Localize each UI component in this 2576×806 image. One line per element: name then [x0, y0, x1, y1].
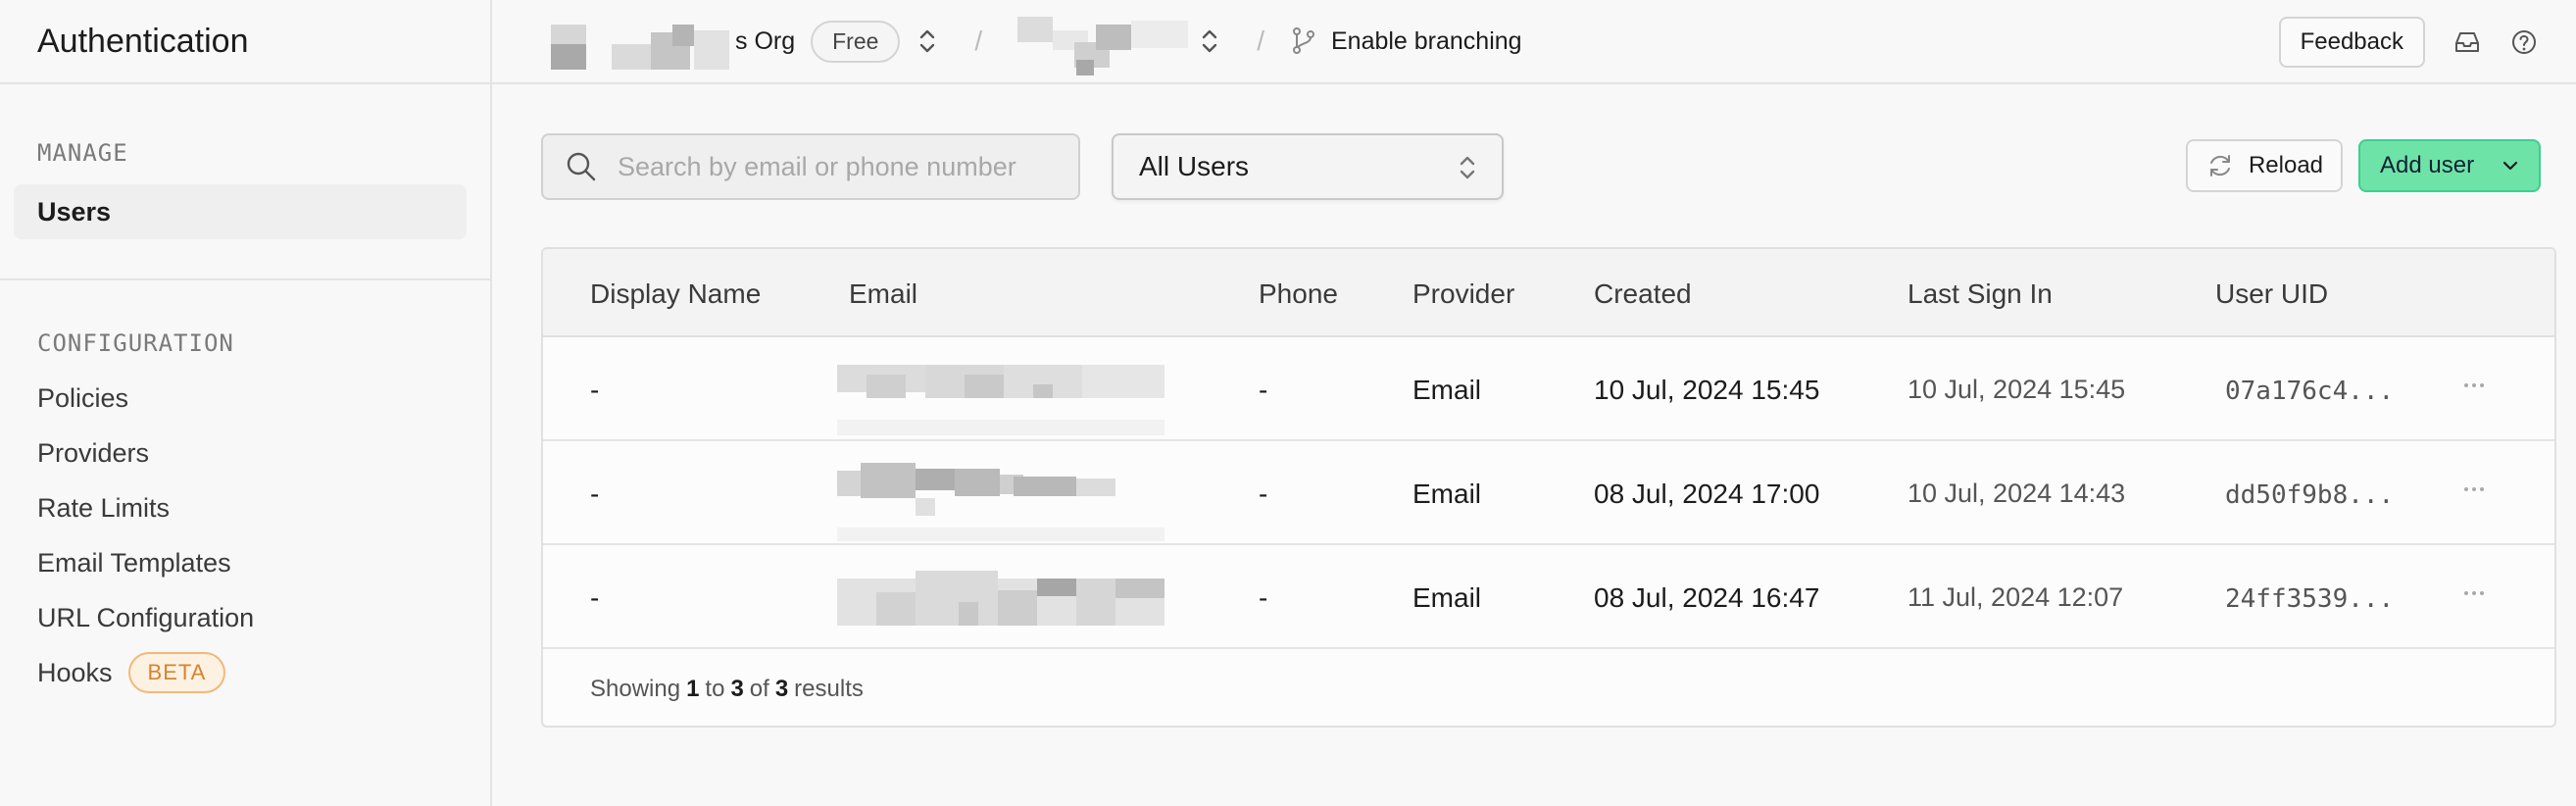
help-icon[interactable]	[2509, 27, 2539, 57]
feedback-button[interactable]: Feedback	[2278, 17, 2425, 68]
cell-phone: -	[1259, 479, 1268, 509]
user-filter-select[interactable]: All Users	[1112, 133, 1504, 200]
more-icon[interactable]	[2462, 588, 2486, 598]
email-redacted	[837, 361, 1164, 435]
sidebar-item-hooks[interactable]: Hooks BETA	[0, 645, 490, 700]
sidebar-title: Authentication	[37, 22, 249, 60]
cell-user-uid: dd50f9b8...	[2225, 480, 2395, 510]
sidebar-item-url-configuration[interactable]: URL Configuration	[0, 590, 490, 645]
table-header: Display Name Email Phone Provider Create…	[543, 249, 2554, 337]
cell-user-uid: 07a176c4...	[2225, 377, 2395, 406]
reload-button[interactable]: Reload	[2186, 139, 2343, 192]
sidebar-item-email-templates[interactable]: Email Templates	[0, 535, 490, 590]
sidebar-item-label: Policies	[37, 382, 129, 413]
footer-text: Showing	[590, 676, 681, 702]
pagination-summary: Showing 1 to 3 of 3 results	[543, 649, 2554, 726]
branch-icon	[1292, 27, 1314, 54]
org-selector[interactable]: s Org Free	[551, 11, 939, 72]
cell-provider: Email	[1412, 375, 1482, 405]
sidebar-item-label: Users	[37, 196, 112, 227]
add-user-label: Add user	[2380, 152, 2475, 178]
chevron-up-down-icon[interactable]	[916, 25, 939, 58]
column-header-user-uid[interactable]: User UID	[2215, 278, 2328, 310]
sidebar-item-providers[interactable]: Providers	[0, 426, 490, 480]
search-icon	[567, 152, 596, 181]
project-selector[interactable]	[1017, 11, 1221, 76]
cell-last-sign-in: 10 Jul, 2024 14:43	[1907, 479, 2126, 508]
table-row[interactable]: - - Email 08 Jul, 2024 17:00 10 Jul, 202…	[543, 441, 2554, 545]
cell-display-name: -	[590, 479, 600, 509]
cell-user-uid: 24ff3539...	[2225, 584, 2395, 614]
cell-last-sign-in: 11 Jul, 2024 12:07	[1907, 582, 2124, 612]
plan-badge: Free	[811, 20, 901, 63]
add-user-button[interactable]: Add user	[2358, 139, 2541, 192]
column-header-created[interactable]: Created	[1594, 278, 1692, 310]
reload-label: Reload	[2248, 152, 2324, 178]
breadcrumb-separator: /	[974, 25, 983, 56]
cell-provider: Email	[1412, 582, 1482, 613]
top-bar: s Org Free / / Enable branching Feedback	[492, 0, 2576, 84]
sidebar-section-manage: MANAGE Users	[0, 84, 490, 280]
refresh-icon	[2209, 155, 2230, 176]
sidebar-section-configuration: CONFIGURATION Policies Providers Rate Li…	[0, 280, 490, 700]
project-name-redacted	[1017, 11, 1194, 76]
email-redacted	[837, 463, 1164, 541]
sidebar-item-policies[interactable]: Policies	[0, 371, 490, 426]
sidebar-item-label: Rate Limits	[37, 492, 171, 523]
cell-phone: -	[1259, 582, 1268, 613]
inbox-icon[interactable]	[2452, 27, 2482, 57]
footer-text: results	[794, 676, 864, 702]
email-redacted	[837, 567, 1164, 626]
breadcrumb-separator: /	[1257, 25, 1264, 56]
sidebar: Authentication MANAGE Users CONFIGURATIO…	[0, 0, 492, 806]
sidebar-item-label: Hooks	[37, 657, 113, 687]
footer-to: 3	[730, 676, 744, 702]
cell-last-sign-in: 10 Jul, 2024 15:45	[1907, 375, 2126, 404]
footer-text: of	[749, 676, 769, 702]
users-table: Display Name Email Phone Provider Create…	[541, 247, 2556, 728]
sidebar-item-users[interactable]: Users	[14, 184, 467, 239]
sidebar-item-rate-limits[interactable]: Rate Limits	[0, 480, 490, 535]
table-row[interactable]: - - Email 08 Jul, 2024 16:47 11 Jul, 202…	[543, 545, 2554, 649]
table-row[interactable]: - - Email 10 Jul, 2024 15:45 10 Jul, 202…	[543, 337, 2554, 441]
top-right-actions: Feedback	[2278, 0, 2576, 84]
cell-display-name: -	[590, 582, 600, 613]
cell-created: 10 Jul, 2024 15:45	[1594, 375, 1820, 405]
search-box[interactable]	[541, 133, 1080, 200]
cell-display-name: -	[590, 375, 600, 405]
org-avatar-redacted	[551, 11, 733, 72]
sidebar-item-label: URL Configuration	[37, 602, 255, 632]
cell-created: 08 Jul, 2024 16:47	[1594, 582, 1820, 613]
cell-phone: -	[1259, 375, 1268, 405]
column-header-provider[interactable]: Provider	[1412, 278, 1514, 310]
chevron-down-icon	[2502, 161, 2518, 171]
chevron-up-down-icon[interactable]	[1198, 25, 1221, 58]
more-icon[interactable]	[2462, 380, 2486, 390]
user-filter-value: All Users	[1139, 151, 1250, 181]
column-header-email[interactable]: Email	[849, 278, 917, 310]
cell-created: 08 Jul, 2024 17:00	[1594, 479, 1820, 509]
section-label-configuration: CONFIGURATION	[37, 329, 234, 357]
footer-total: 3	[774, 676, 789, 702]
beta-badge: BETA	[127, 652, 226, 693]
users-toolbar: All Users Reload Add user	[541, 133, 2541, 200]
sidebar-item-label: Providers	[37, 437, 150, 468]
section-label-manage: MANAGE	[37, 139, 128, 167]
enable-branching-label: Enable branching	[1330, 26, 1522, 55]
sidebar-header: Authentication	[0, 0, 490, 84]
sidebar-item-label: Email Templates	[37, 547, 231, 578]
column-header-phone[interactable]: Phone	[1259, 278, 1338, 310]
column-header-last-sign-in[interactable]: Last Sign In	[1907, 278, 2053, 310]
more-icon[interactable]	[2462, 484, 2486, 494]
footer-text: to	[705, 676, 725, 702]
cell-provider: Email	[1412, 479, 1482, 509]
search-input[interactable]	[618, 151, 1068, 182]
column-header-display-name[interactable]: Display Name	[590, 278, 761, 310]
org-name: s Org	[735, 26, 796, 55]
footer-from: 1	[686, 676, 700, 702]
enable-branching-button[interactable]: Enable branching	[1290, 26, 1522, 56]
chevron-up-down-icon	[1460, 156, 1475, 179]
main-content: All Users Reload Add user Display Name E…	[492, 86, 2576, 806]
